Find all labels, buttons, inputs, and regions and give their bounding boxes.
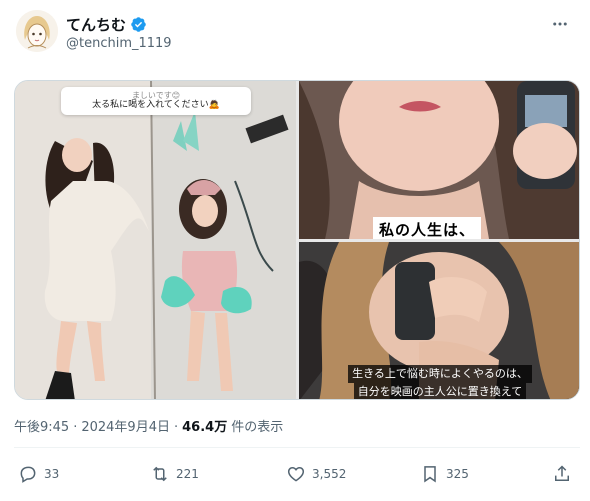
bottom-right-caption-line1: 生きる上で悩む時によくやるのは、 <box>348 365 532 383</box>
meta-separator: · <box>73 420 78 435</box>
like-button[interactable]: 3,552 <box>286 464 346 484</box>
media-photo-top-right[interactable]: 私の人生は、 <box>299 81 579 239</box>
share-icon <box>555 465 569 481</box>
handle[interactable]: @tenchim_1119 <box>66 36 172 51</box>
bottom-right-caption: 生きる上で悩む時によくやるのは、 自分を映画の主人公に置き換えて <box>303 365 577 399</box>
share-button[interactable] <box>552 464 572 484</box>
views-label: 件の表示 <box>231 420 284 435</box>
post-header: てんちむ @tenchim_1119 <box>16 10 576 62</box>
display-name[interactable]: てんちむ <box>66 14 147 35</box>
views-count[interactable]: 46.4万 <box>182 416 227 435</box>
post-time[interactable]: 午後9:45 <box>14 416 69 435</box>
bookmark-icon <box>424 466 436 483</box>
verified-badge-icon <box>130 16 147 33</box>
question-sticker-text: 太る私に喝を入れてください🙇 <box>92 100 220 110</box>
media-grid: ましいです😊 太る私に喝を入れてください🙇 私の人生は、 生きる上で悩む時によく… <box>14 80 580 400</box>
bookmark-count: 325 <box>446 467 469 481</box>
display-name-text[interactable]: てんちむ <box>66 14 126 35</box>
avatar[interactable] <box>16 10 58 52</box>
repost-icon <box>153 466 167 482</box>
post-meta: 午後9:45 · 2024年9月4日 · 46.4万 件の表示 <box>14 416 283 435</box>
reply-icon <box>20 466 36 483</box>
question-sticker-top: ましいです😊 <box>131 91 181 100</box>
media-photo-bottom-right[interactable]: 生きる上で悩む時によくやるのは、 自分を映画の主人公に置き換えて <box>299 242 579 399</box>
top-right-caption: 私の人生は、 <box>373 217 482 239</box>
repost-button[interactable]: 221 <box>150 464 199 484</box>
meta-separator-2: · <box>173 420 179 435</box>
media-photo-left[interactable]: ましいです😊 太る私に喝を入れてください🙇 <box>15 81 296 399</box>
more-horizontal-icon[interactable] <box>548 12 572 36</box>
like-count: 3,552 <box>312 467 347 481</box>
bookmark-button[interactable]: 325 <box>420 464 469 484</box>
heart-icon <box>287 466 305 482</box>
action-bar: 33 221 3,552 325 <box>14 464 580 492</box>
post-date[interactable]: 2024年9月4日 <box>81 416 170 435</box>
repost-count: 221 <box>176 467 199 481</box>
bottom-right-caption-line2: 自分を映画の主人公に置き換えて <box>353 383 527 399</box>
reply-count: 33 <box>44 467 60 481</box>
divider <box>14 447 580 448</box>
question-sticker: ましいです😊 太る私に喝を入れてください🙇 <box>61 87 251 115</box>
reply-button[interactable]: 33 <box>18 464 59 484</box>
